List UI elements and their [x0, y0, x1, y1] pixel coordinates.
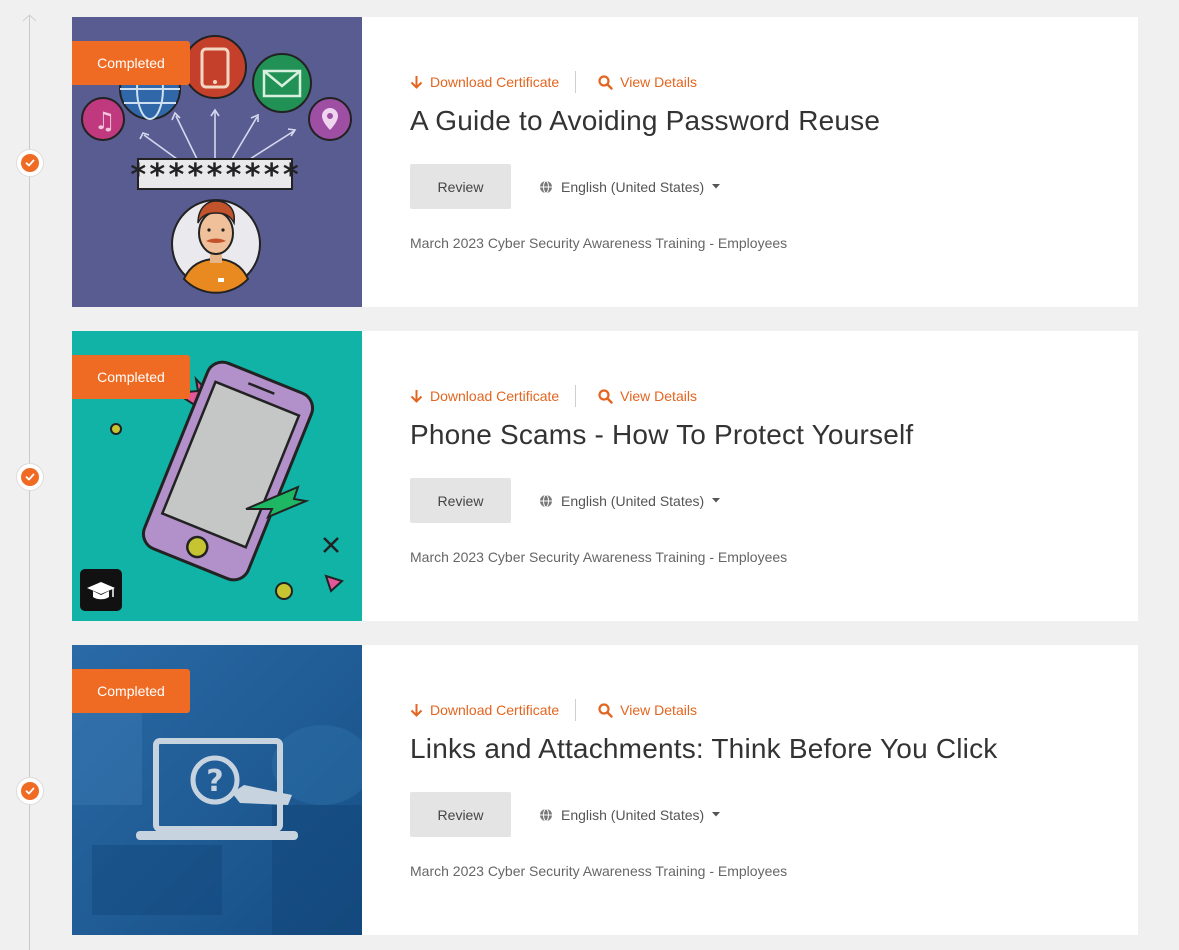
view-details-link[interactable]: View Details: [598, 702, 697, 718]
language-selector[interactable]: English (United States): [539, 806, 721, 823]
course-thumbnail-password-reuse[interactable]: ♫ ********* Completed: [72, 17, 362, 307]
campaign-name: March 2023 Cyber Security Awareness Trai…: [410, 235, 788, 251]
caret-down-icon: [712, 184, 721, 189]
view-details-link[interactable]: View Details: [598, 74, 697, 90]
view-details-link[interactable]: View Details: [598, 388, 697, 404]
caret-down-icon: [712, 812, 721, 817]
check-icon: [21, 782, 39, 800]
course-content: Download Certificate View Details A Guid…: [362, 17, 1138, 307]
arrow-down-icon: [410, 390, 423, 403]
download-certificate-link[interactable]: Download Certificate: [410, 388, 559, 404]
course-controls: Review English (United States): [410, 164, 721, 209]
action-divider: [575, 385, 577, 407]
view-details-label: View Details: [620, 388, 697, 404]
completed-badge: Completed: [72, 355, 190, 399]
timeline-completed-marker: [16, 149, 44, 177]
globe-icon: [540, 494, 552, 507]
globe-icon: [540, 180, 552, 193]
download-certificate-link[interactable]: Download Certificate: [410, 702, 559, 718]
caret-down-icon: [712, 498, 721, 503]
course-actions: Download Certificate View Details: [410, 699, 697, 721]
search-icon: [598, 74, 613, 90]
timeline-completed-marker: [16, 777, 44, 805]
language-label: English (United States): [561, 178, 705, 195]
training-timeline-page: ♫ ********* Completed Download Certifica…: [0, 0, 1179, 950]
timeline-completed-marker: [16, 463, 44, 491]
check-icon: [21, 154, 39, 172]
view-details-label: View Details: [620, 702, 697, 718]
campaign-name: March 2023 Cyber Security Awareness Trai…: [410, 863, 788, 879]
course-content: Download Certificate View Details Links …: [362, 645, 1138, 935]
check-icon: [21, 468, 39, 486]
completed-badge: Completed: [72, 669, 190, 713]
arrow-down-icon: [410, 76, 423, 89]
action-divider: [575, 71, 577, 93]
course-controls: Review English (United States): [410, 792, 721, 837]
action-divider: [575, 699, 577, 721]
download-certificate-label: Download Certificate: [430, 74, 560, 90]
course-actions: Download Certificate View Details: [410, 385, 697, 407]
course-title: Links and Attachments: Think Before You …: [410, 733, 998, 764]
language-selector[interactable]: English (United States): [539, 492, 721, 509]
search-icon: [598, 388, 613, 404]
course-card: ♫ ********* Completed Download Certifica…: [72, 17, 1138, 307]
course-title: Phone Scams - How To Protect Yourself: [410, 419, 914, 450]
password-mask: *********: [129, 158, 301, 193]
globe-icon: [540, 808, 552, 821]
course-thumbnail-phone-scams[interactable]: Completed: [72, 331, 362, 621]
arrow-down-icon: [410, 704, 423, 717]
language-selector[interactable]: English (United States): [539, 178, 721, 195]
language-label: English (United States): [561, 806, 705, 823]
download-certificate-label: Download Certificate: [430, 388, 560, 404]
course-content: Download Certificate View Details Phone …: [362, 331, 1138, 621]
search-icon: [598, 702, 613, 718]
course-controls: Review English (United States): [410, 478, 721, 523]
svg-text:♫: ♫: [94, 107, 116, 135]
svg-text:?: ?: [206, 764, 223, 799]
course-thumbnail-links-attachments[interactable]: ? Completed: [72, 645, 362, 935]
campaign-name: March 2023 Cyber Security Awareness Trai…: [410, 549, 788, 565]
download-certificate-label: Download Certificate: [430, 702, 560, 718]
language-label: English (United States): [561, 492, 705, 509]
view-details-label: View Details: [620, 74, 697, 90]
course-card: ? Completed Download Certificate View De…: [72, 645, 1138, 935]
review-button[interactable]: Review: [410, 792, 511, 837]
timeline-arrow-cap: [22, 14, 37, 22]
review-button[interactable]: Review: [410, 478, 511, 523]
course-card: Completed Download Certificate View Deta…: [72, 331, 1138, 621]
completed-badge: Completed: [72, 41, 190, 85]
course-actions: Download Certificate View Details: [410, 71, 697, 93]
course-title: A Guide to Avoiding Password Reuse: [410, 105, 881, 136]
review-button[interactable]: Review: [410, 164, 511, 209]
download-certificate-link[interactable]: Download Certificate: [410, 74, 559, 90]
